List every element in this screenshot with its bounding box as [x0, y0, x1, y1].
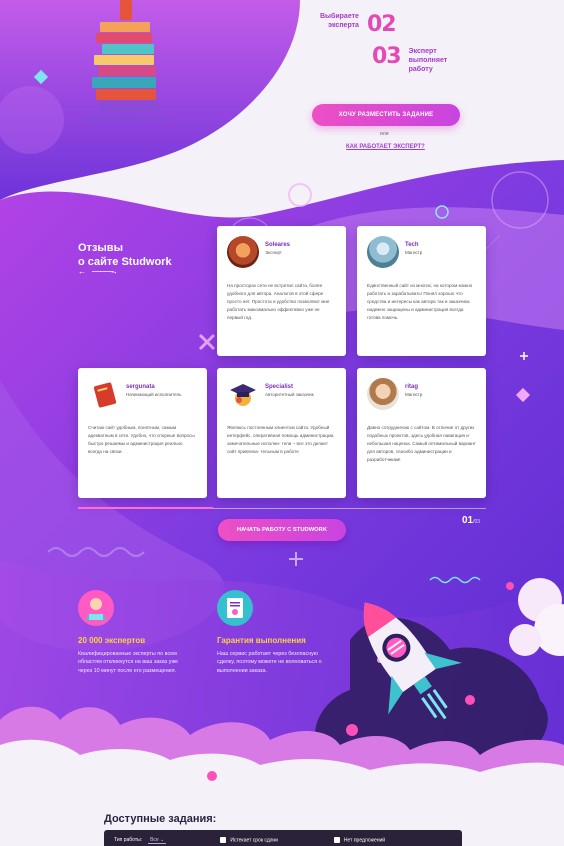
step-02: Выбираете эксперта 02 [320, 12, 397, 37]
reviews-title: Отзывы о сайте Studwork [78, 241, 172, 270]
page: Выбираете эксперта 02 03 Эксперт выполня… [0, 0, 564, 846]
feature-guarantee-text: Наш сервис работает через безопасную сде… [217, 651, 322, 674]
reviewer-role: Эксперт [265, 250, 282, 255]
or-label: или [380, 131, 389, 137]
review-text: Давно сотрудничаю с сайтом. В отличие от… [367, 425, 476, 463]
step-02-number: 02 [366, 12, 397, 37]
review-text: Единственный сайт из многих, на котором … [367, 283, 473, 321]
no-offers-checkbox-label: Нет предложений [343, 837, 386, 844]
chevron-down-icon: ⌄ [160, 836, 165, 843]
rocket-illustration [363, 602, 462, 720]
avatar [227, 378, 259, 410]
reviewer-name: sergunata [126, 384, 155, 390]
guarantee-certificate-icon [217, 590, 253, 626]
avatar [227, 236, 259, 268]
tasks-filter-bar: Тип работы: Все ⌄ Истекает срок сдачи Не… [104, 830, 462, 846]
start-work-button[interactable]: НАЧАТЬ РАБОТУ С STUDWORK [218, 519, 346, 541]
review-card: Tech Магистр Единственный сайт из многих… [357, 226, 486, 356]
expert-icon [78, 590, 114, 626]
feature-guarantee-title: Гарантия выполнения [217, 636, 306, 645]
step-02-text: Выбираете эксперта [320, 13, 359, 30]
deadline-checkbox-label: Истекает срок сдачи [230, 837, 278, 844]
pager-current: 01 [462, 515, 474, 526]
avatar [88, 378, 120, 410]
no-offers-checkbox[interactable] [333, 836, 340, 843]
reviews-arrows: ← → [78, 267, 118, 276]
avatar [367, 236, 399, 268]
feature-experts-title: 20 000 экспертов [78, 636, 146, 645]
graduation-cap-icon [230, 384, 256, 406]
review-text: На просторах сети не встретил сайта, бол… [227, 283, 330, 321]
reviewer-name: ritag [405, 384, 419, 390]
review-text: Считаю сайт удобным, понятным, самым аде… [88, 425, 195, 455]
reviews-progress-fill [78, 507, 213, 509]
review-text: Являюсь постоянным клиентом сайта. Удобн… [227, 425, 335, 455]
books-stack-illustration [78, 0, 174, 122]
work-type-value: Все [150, 836, 159, 843]
deadline-checkbox-group[interactable]: Истекает срок сдачи [220, 836, 278, 844]
red-book-icon [93, 382, 117, 408]
review-card: Specialist Авторитетный заказчик Являюсь… [217, 368, 346, 498]
reviewer-name: Specialist [265, 384, 294, 390]
arrow-left-icon[interactable]: ← [78, 267, 86, 276]
reviews-title-line1: Отзывы [78, 242, 123, 254]
arrow-right-icon[interactable]: → [110, 267, 118, 276]
reviewer-name: Tech [405, 242, 419, 248]
step-03: 03 Эксперт выполняет работу [372, 44, 447, 74]
reviewer-role: Авторитетный заказчик [265, 392, 314, 397]
work-type-select[interactable]: Все ⌄ [148, 836, 167, 844]
review-card: sergunata Начинающий исполнитель Считаю … [78, 368, 207, 498]
available-tasks-title: Доступные задания: [104, 813, 217, 825]
reviewer-role: Магистр [405, 250, 423, 255]
deadline-checkbox[interactable] [220, 836, 227, 843]
step-03-text: Эксперт выполняет работу [408, 48, 448, 74]
reviewer-role: Магистр [405, 392, 423, 397]
reviewer-role: Начинающий исполнитель [126, 392, 182, 397]
filter-type-label: Тип работы: [114, 837, 143, 843]
no-offers-checkbox-group[interactable]: Нет предложений [333, 836, 386, 844]
feature-experts-text: Квалифицированные эксперты по всем облас… [78, 651, 179, 674]
pager-total: /03 [473, 519, 481, 525]
reviews-pager: 01/03 [462, 515, 480, 526]
review-card: ritag Магистр Давно сотрудничаю с сайтом… [357, 368, 486, 498]
reviewer-name: Soleares [265, 242, 291, 248]
post-task-button[interactable]: ХОЧУ РАЗМЕСТИТЬ ЗАДАНИЕ [312, 104, 460, 126]
review-card: Soleares Эксперт На просторах сети не вс… [217, 226, 346, 356]
avatar [367, 378, 399, 410]
step-03-number: 03 [372, 44, 402, 69]
how-expert-works-link[interactable]: КАК РАБОТАЕТ ЭКСПЕРТ? [346, 144, 425, 150]
